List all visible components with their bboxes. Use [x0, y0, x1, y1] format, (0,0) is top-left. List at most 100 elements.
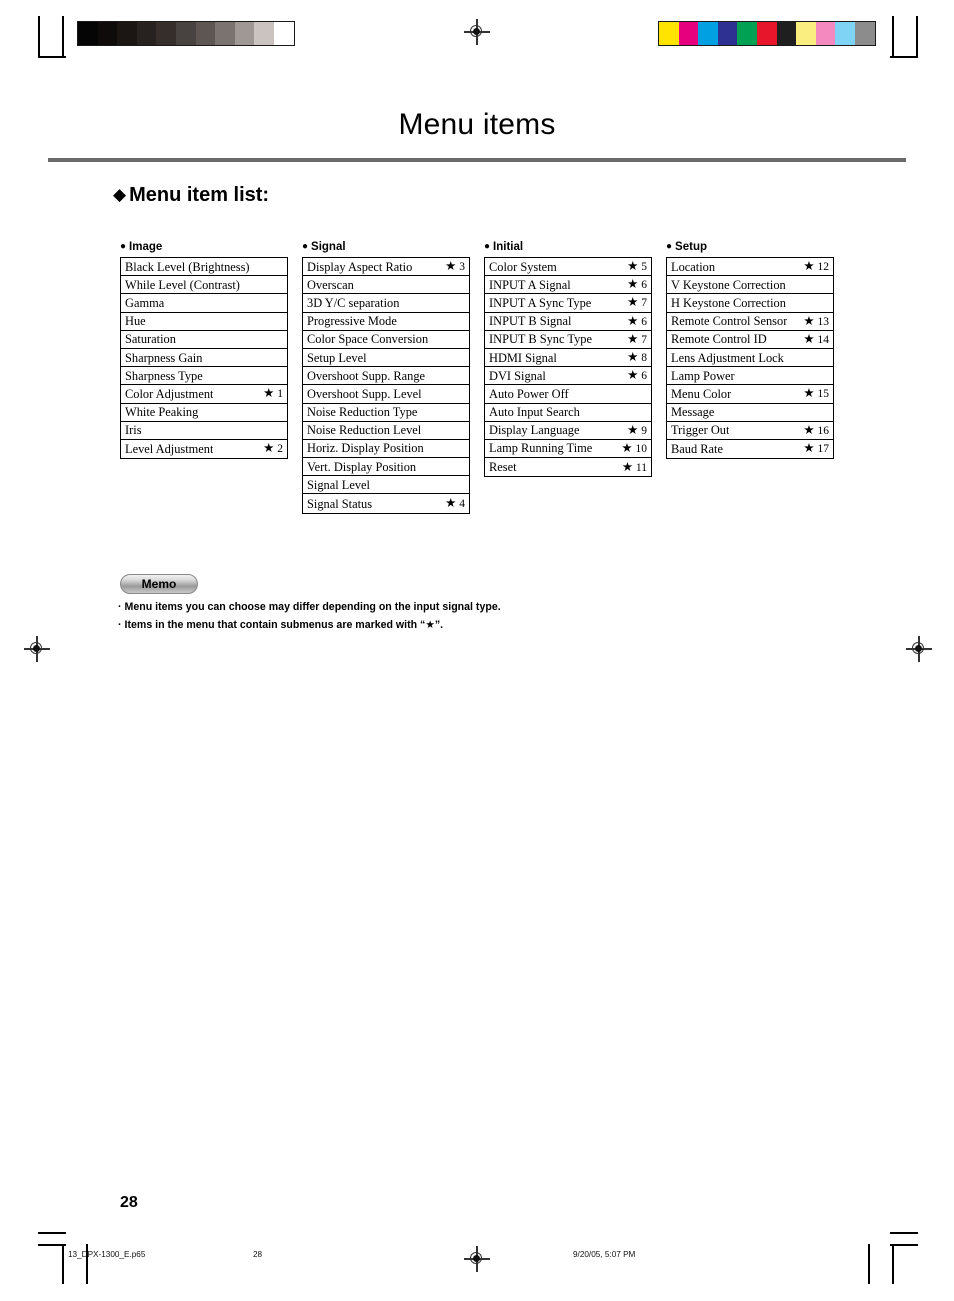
menu-item-row[interactable]: Overscan [303, 276, 469, 295]
menu-item-row[interactable]: Overshoot Supp. Range [303, 367, 469, 386]
menu-item-columns: ● Image Black Level (Brightness) While Leve… [120, 240, 850, 514]
menu-item-label: Lamp Running Time [489, 441, 593, 456]
color-swatch-1 [678, 22, 699, 45]
color-swatch-4 [737, 22, 757, 45]
menu-item-label: Lens Adjustment Lock [671, 350, 784, 365]
menu-item-row[interactable]: Saturation [121, 331, 287, 349]
menu-item-row[interactable]: Reset ★ 11 [485, 458, 651, 476]
gray-swatch-5 [175, 22, 196, 45]
menu-item-row[interactable]: Lamp Power [667, 367, 833, 386]
color-swatch-9 [835, 22, 855, 45]
menu-item-row[interactable]: Auto Input Search [485, 404, 651, 422]
menu-item-label: Signal Status [307, 496, 373, 511]
star-icon: ★ [803, 331, 815, 346]
menu-item-row[interactable]: Hue [121, 313, 287, 331]
menu-item-row[interactable]: INPUT A Sync Type ★ 7 [485, 294, 651, 313]
submenu-reference-number: 6 [638, 370, 647, 383]
menu-item-row[interactable]: Remote Control Sensor ★ 13 [667, 313, 833, 331]
menu-item-label: 3D Y/C separation [307, 295, 400, 310]
menu-item-row[interactable]: Black Level (Brightness) [121, 258, 287, 277]
menu-item-row[interactable]: Progressive Mode [303, 313, 469, 331]
menu-item-row[interactable]: Menu Color ★ 15 [667, 385, 833, 404]
menu-item-row[interactable]: Trigger Out ★ 16 [667, 422, 833, 440]
menu-item-label: Noise Reduction Level [307, 423, 422, 438]
menu-item-row[interactable]: Lens Adjustment Lock [667, 349, 833, 368]
menu-item-row[interactable]: INPUT B Signal ★ 6 [485, 313, 651, 331]
menu-item-row[interactable]: Baud Rate ★ 17 [667, 440, 833, 458]
menu-item-row[interactable]: Iris [121, 422, 287, 440]
menu-item-row[interactable]: Setup Level [303, 349, 469, 368]
memo-note-text: Items in the menu that contain submenus … [124, 619, 444, 631]
menu-item-row[interactable]: Lamp Running Time ★ 10 [485, 440, 651, 459]
submenu-reference-number: 8 [638, 352, 647, 365]
gray-swatch-4 [156, 22, 176, 45]
menu-item-row[interactable]: Display Aspect Ratio ★ 3 [303, 258, 469, 277]
memo-bullet-icon: · [118, 601, 122, 613]
submenu-reference: ★ 1 [263, 385, 283, 402]
submenu-reference-number: 7 [638, 333, 647, 346]
menu-item-row[interactable]: Horiz. Display Position [303, 440, 469, 459]
menu-item-row[interactable]: Display Language ★ 9 [485, 422, 651, 440]
menu-item-row[interactable]: Location ★ 12 [667, 258, 833, 277]
page-title: Menu items [398, 108, 556, 141]
submenu-reference-number: 4 [456, 498, 465, 511]
menu-item-row[interactable]: Level Adjustment ★ 2 [121, 440, 287, 458]
submenu-reference-number: 11 [633, 461, 647, 474]
submenu-reference-number: 15 [814, 388, 830, 401]
menu-item-label: Setup Level [307, 350, 367, 365]
menu-item-label: Baud Rate [671, 441, 723, 456]
submenu-reference: ★ 14 [803, 331, 829, 348]
menu-item-row[interactable]: Signal Status ★ 4 [303, 494, 469, 512]
menu-item-row[interactable]: Noise Reduction Type [303, 404, 469, 422]
star-icon: ★ [803, 313, 815, 328]
menu-item-row[interactable]: 3D Y/C separation [303, 294, 469, 313]
menu-item-row[interactable]: Color System ★ 5 [485, 258, 651, 277]
title-divider-rule [48, 158, 906, 162]
menu-item-row[interactable]: INPUT B Sync Type ★ 7 [485, 331, 651, 349]
footer-file-name: 13_DPX-1300_E.p65 [68, 1250, 146, 1259]
submenu-reference: ★ 17 [803, 440, 829, 458]
bullet-dot-icon: ● [666, 241, 673, 252]
menu-item-row[interactable]: Overshoot Supp. Level [303, 385, 469, 404]
menu-item-row[interactable]: Auto Power Off [485, 385, 651, 404]
menu-item-row[interactable]: Vert. Display Position [303, 458, 469, 477]
menu-item-label: Overshoot Supp. Range [307, 368, 426, 383]
menu-item-row[interactable]: Message [667, 404, 833, 422]
menu-item-row[interactable]: Color Space Conversion [303, 331, 469, 349]
submenu-reference: ★ 10 [621, 440, 648, 457]
submenu-reference: ★ 9 [627, 422, 647, 439]
submenu-reference-number: 13 [814, 315, 830, 328]
menu-item-row[interactable]: Remote Control ID ★ 14 [667, 331, 833, 349]
menu-item-row[interactable]: V Keystone Correction [667, 276, 833, 295]
menu-item-row[interactable]: Noise Reduction Level [303, 422, 469, 440]
menu-item-row[interactable]: INPUT A Signal ★ 6 [485, 276, 651, 295]
gray-swatch-7 [215, 22, 235, 45]
menu-item-label: Overshoot Supp. Level [307, 386, 422, 401]
gray-swatch-9 [254, 22, 274, 45]
menu-item-label: HDMI Signal [489, 350, 557, 365]
menu-item-row[interactable]: Sharpness Type [121, 367, 287, 386]
submenu-reference: ★ 11 [622, 458, 647, 476]
star-icon: ★ [445, 259, 457, 274]
menu-item-label: Hue [125, 314, 146, 329]
star-icon: ★ [627, 350, 639, 365]
menu-item-row[interactable]: Sharpness Gain [121, 349, 287, 368]
menu-column-header-label: Initial [493, 241, 524, 253]
submenu-reference-number: 10 [632, 442, 648, 455]
gray-swatch-1 [97, 22, 118, 45]
menu-item-row[interactable]: Signal Level [303, 476, 469, 495]
menu-item-label: Sharpness Type [125, 368, 203, 383]
menu-item-label: Remote Control Sensor [671, 314, 788, 329]
menu-item-label: Black Level (Brightness) [125, 259, 250, 274]
menu-item-row[interactable]: White Peaking [121, 404, 287, 422]
star-icon: ★ [627, 295, 639, 310]
menu-item-label: INPUT B Signal [489, 314, 572, 329]
menu-item-row[interactable]: Gamma [121, 294, 287, 313]
menu-item-row[interactable]: Color Adjustment ★ 1 [121, 385, 287, 404]
menu-item-row[interactable]: H Keystone Correction [667, 294, 833, 313]
menu-item-row[interactable]: While Level (Contrast) [121, 276, 287, 295]
memo-note-line: · Menu items you can choose may differ de… [118, 598, 818, 616]
menu-item-label: Progressive Mode [307, 314, 397, 329]
menu-item-row[interactable]: HDMI Signal ★ 8 [485, 349, 651, 368]
menu-item-row[interactable]: DVI Signal ★ 6 [485, 367, 651, 386]
